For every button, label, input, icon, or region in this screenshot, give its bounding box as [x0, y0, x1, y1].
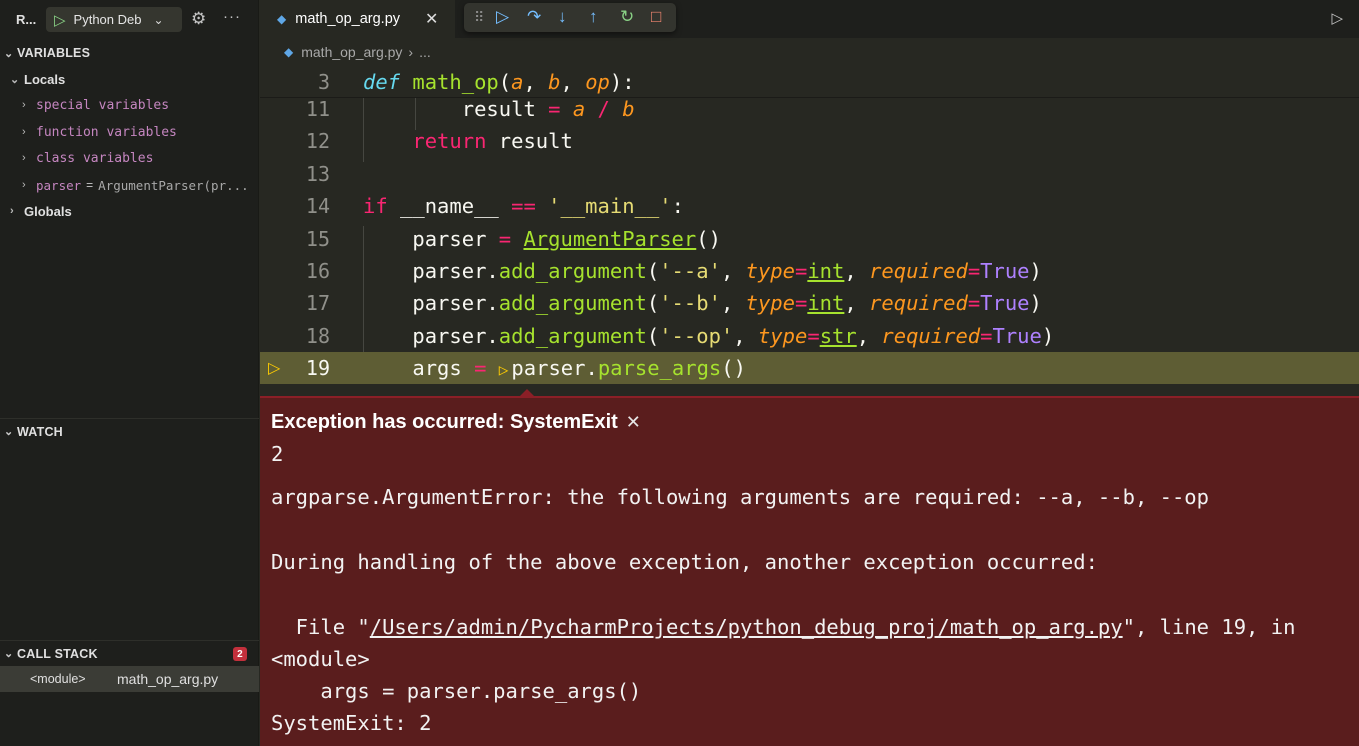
tab-label: math_op_arg.py — [295, 11, 401, 27]
watch-section-header[interactable]: ⌄ WATCH — [0, 418, 259, 444]
callstack-section-header[interactable]: ⌄ CALL STACK 2 — [0, 640, 259, 666]
run-debug-title: R... — [16, 11, 37, 27]
exception-error: argparse.ArgumentError: the following ar… — [271, 485, 1209, 509]
breadcrumb-separator: › — [408, 44, 414, 60]
continue-icon[interactable]: ▷ — [496, 7, 509, 27]
run-file-icon[interactable]: ▷ — [1331, 9, 1343, 27]
code-line[interactable]: 16 parser.add_argument('--a', type=int, … — [260, 255, 1359, 287]
file-prefix: File " — [271, 615, 370, 639]
line-number: 17 — [305, 291, 330, 315]
callstack-frame[interactable]: <module> math_op_arg.py — [0, 666, 259, 692]
globals-scope[interactable]: › Globals — [0, 198, 259, 224]
gear-icon[interactable]: ⚙ — [191, 9, 206, 29]
exception-module: <module> — [271, 647, 370, 671]
chevron-right-icon: › — [22, 99, 26, 111]
variable-item[interactable]: › class variables — [0, 145, 259, 171]
code-line[interactable]: 18 parser.add_argument('--op', type=str,… — [260, 320, 1359, 352]
exception-widget: Exception has occurred: SystemExit ✕ 2 a… — [260, 389, 1359, 746]
code-line[interactable]: 12 return result — [260, 125, 1359, 157]
debug-config-name: Python Deb — [73, 12, 142, 27]
code-line-current[interactable]: ▷ 19 args = ▷ parser.parse_args() — [260, 352, 1359, 384]
exception-statement: args = parser.parse_args() — [271, 679, 642, 703]
locals-scope[interactable]: ⌄ Locals — [0, 66, 259, 92]
exception-title-text: Exception has occurred: SystemExit — [271, 411, 618, 433]
stop-icon[interactable]: □ — [651, 7, 661, 27]
globals-label: Globals — [24, 203, 72, 219]
start-debug-icon[interactable]: ▷ — [54, 11, 66, 29]
chevron-right-icon: › — [22, 126, 26, 138]
code-line[interactable]: 3 def math_op(a, b, op): — [260, 66, 1359, 98]
tab-bar: ◆ math_op_arg.py ✕ ⠿ ▷ ↷ ↓ ↑ ↻ □ ▷ — [260, 0, 1359, 38]
exception-file-line: File "/Users/admin/PycharmProjects/pytho… — [271, 615, 1296, 639]
inline-breakpoint-icon[interactable]: ▷ — [499, 360, 509, 379]
chevron-right-icon: › — [22, 152, 26, 164]
line-number: 16 — [305, 259, 330, 283]
line-number: 12 — [305, 129, 330, 153]
chevron-right-icon: › — [22, 179, 26, 191]
exception-file-link[interactable]: /Users/admin/PycharmProjects/python_debu… — [370, 615, 1123, 639]
line-number: 15 — [305, 227, 330, 251]
python-file-icon: ◆ — [284, 45, 294, 59]
step-over-icon[interactable]: ↷ — [527, 7, 541, 27]
exception-during: During handling of the above exception, … — [271, 550, 1098, 574]
code-line[interactable]: 13 — [260, 158, 1359, 190]
step-out-icon[interactable]: ↑ — [589, 7, 598, 27]
code-line[interactable]: 17 parser.add_argument('--b', type=int, … — [260, 287, 1359, 319]
chevron-down-icon: ⌄ — [10, 73, 20, 86]
close-icon[interactable]: ✕ — [626, 412, 641, 433]
debug-sidebar: R... ▷ Python Deb ⌄ ⚙ ··· ⌄ VARIABLES ⌄ … — [0, 0, 259, 746]
frame-file: math_op_arg.py — [117, 671, 219, 687]
variables-title: VARIABLES — [17, 46, 91, 60]
exception-final: SystemExit: 2 — [271, 711, 432, 735]
code-line[interactable]: 14 if __name__ == '__main__': — [260, 190, 1359, 222]
locals-label: Locals — [24, 71, 66, 87]
line-number: 3 — [317, 69, 330, 94]
python-file-icon: ◆ — [277, 12, 287, 26]
debug-config-select[interactable]: ▷ Python Deb ⌄ — [46, 7, 182, 32]
chevron-down-icon[interactable]: ⌄ — [154, 13, 164, 27]
drag-handle-icon[interactable]: ⠿ — [474, 9, 484, 26]
variable-name: special variables — [36, 97, 170, 113]
chevron-down-icon: ⌄ — [4, 648, 14, 660]
callstack-title: CALL STACK — [17, 646, 98, 661]
variables-section-header[interactable]: ⌄ VARIABLES — [0, 40, 259, 66]
equals-sign: = — [86, 178, 94, 192]
callstack-count-badge: 2 — [233, 647, 247, 661]
exception-title: Exception has occurred: SystemExit ✕ — [271, 411, 641, 434]
variable-item[interactable]: › parser = ArgumentParser(pr... — [0, 172, 259, 198]
breadcrumb: ◆ math_op_arg.py › ... — [260, 38, 1359, 66]
line-number: 14 — [305, 194, 330, 218]
chevron-right-icon: › — [10, 205, 14, 217]
variable-name: parser — [36, 177, 82, 193]
code-line[interactable]: 15 parser = ArgumentParser() — [260, 223, 1359, 255]
restart-icon[interactable]: ↻ — [620, 7, 634, 27]
variable-value: ArgumentParser(pr... — [98, 177, 249, 193]
step-into-icon[interactable]: ↓ — [558, 7, 567, 27]
line-number: 13 — [305, 162, 330, 186]
line-number: 18 — [305, 324, 330, 348]
debug-toolbar: ⠿ ▷ ↷ ↓ ↑ ↻ □ — [464, 3, 676, 32]
exception-code: 2 — [271, 442, 284, 466]
more-actions-icon[interactable]: ··· — [223, 8, 241, 25]
variable-item[interactable]: › function variables — [0, 119, 259, 145]
file-suffix: ", line 19, in — [1122, 615, 1296, 639]
variable-name: class variables — [36, 150, 154, 166]
breadcrumb-more[interactable]: ... — [419, 44, 431, 60]
close-icon[interactable]: ✕ — [425, 9, 438, 29]
exception-pointer — [519, 389, 535, 397]
frame-name: <module> — [30, 672, 86, 686]
variable-name: function variables — [36, 124, 177, 140]
line-number: 19 — [305, 356, 330, 380]
code-editor: ◆ math_op_arg.py ✕ ⠿ ▷ ↷ ↓ ↑ ↻ □ ▷ ◆ mat… — [260, 0, 1359, 746]
chevron-down-icon: ⌄ — [4, 47, 14, 60]
run-debug-header: R... ▷ Python Deb ⌄ ⚙ ··· — [0, 0, 258, 38]
breadcrumb-file[interactable]: math_op_arg.py — [301, 44, 402, 60]
watch-title: WATCH — [17, 424, 63, 439]
variable-item[interactable]: › special variables — [0, 92, 259, 118]
chevron-down-icon: ⌄ — [4, 426, 14, 438]
line-number: 11 — [305, 97, 330, 121]
tab-math-op-arg[interactable]: ◆ math_op_arg.py ✕ — [260, 0, 455, 38]
